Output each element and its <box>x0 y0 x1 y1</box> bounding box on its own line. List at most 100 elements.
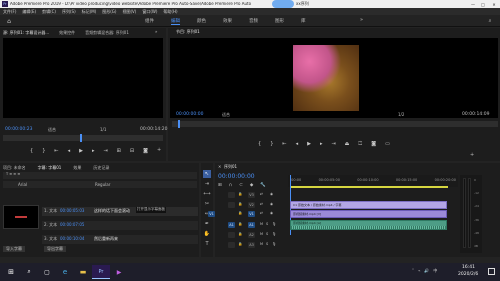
comparison-view-icon[interactable]: ▭ <box>385 141 390 147</box>
explorer-icon[interactable]: ▬ <box>74 265 92 279</box>
audio-clip[interactable]: 原视频素材.mp4 [A] <box>290 220 447 230</box>
play-icon[interactable]: ▶ <box>79 148 83 154</box>
workspace-tab-libraries[interactable]: 库 <box>301 18 306 25</box>
search-taskbar-icon[interactable]: ⌕ <box>20 265 38 279</box>
track-lock-icon[interactable]: 🔒 <box>238 211 242 216</box>
track-lock-icon[interactable]: 🔒 <box>238 192 242 197</box>
microphone-icon[interactable]: 🎙 <box>272 222 276 227</box>
timeline-close-icon[interactable]: ✕ <box>218 165 221 169</box>
workspace-tab-effects[interactable]: 效果 <box>223 18 232 25</box>
program-step-forward-icon[interactable]: ▸ <box>320 141 323 147</box>
track-eye-icon[interactable]: ◉ <box>270 211 273 216</box>
tab-source[interactable]: 源: 序列01: 字幕设计器... <box>3 30 49 36</box>
caption-row-text[interactable]: 然后重新再来 <box>94 237 118 241</box>
extract-icon[interactable]: ⏍ <box>358 141 362 147</box>
track-target-toggle[interactable] <box>228 242 235 248</box>
program-play-icon[interactable]: ▶ <box>307 141 311 147</box>
selection-tool-icon[interactable]: ↖ <box>203 170 211 178</box>
track-lock-icon[interactable]: 🔒 <box>238 222 242 227</box>
video-clip[interactable]: 原视频素材.mp4 [V] <box>290 210 447 218</box>
volume-icon[interactable]: 🔊 <box>424 268 429 274</box>
tab-history[interactable]: 历史记录 <box>93 165 109 171</box>
add-marker-icon[interactable]: ◆ <box>250 183 253 188</box>
source-add-icon[interactable]: + <box>157 148 161 153</box>
track-sync-icon[interactable]: ⇄ <box>260 202 263 207</box>
track-sync-icon[interactable]: ⇄ <box>260 211 263 216</box>
overwrite-icon[interactable]: ⊟ <box>130 148 134 154</box>
font-family-select[interactable]: Arial <box>18 183 27 187</box>
mark-in-icon[interactable]: { <box>30 148 33 154</box>
import-captions-button[interactable]: 导入字幕 <box>3 246 25 252</box>
microphone-icon[interactable]: 🎙 <box>272 242 276 247</box>
track-lock-icon[interactable]: 🔒 <box>238 242 242 247</box>
workspace-tab-color[interactable]: 颜色 <box>197 18 206 25</box>
type-tool-icon[interactable]: T <box>203 240 211 248</box>
caption-row-3[interactable]: 3. 文本 00:00:10:04 然后重新再来 <box>42 235 198 244</box>
nest-icon[interactable]: ⊞ <box>218 183 222 188</box>
tab-effect-controls[interactable]: 效果控件 <box>59 30 75 36</box>
track-name[interactable]: A1 <box>248 222 255 228</box>
pen-tool-icon[interactable]: ✒ <box>203 220 211 228</box>
tab-effects[interactable]: 效果 <box>73 165 81 171</box>
program-go-to-out-icon[interactable]: ⇥ <box>331 141 335 147</box>
track-eye-icon[interactable]: ◉ <box>270 192 273 197</box>
track-lock-icon[interactable]: 🔒 <box>238 202 242 207</box>
work-area-bar[interactable] <box>290 186 448 188</box>
premiere-icon[interactable]: Pr <box>92 265 110 279</box>
export-captions-button[interactable]: 导出字幕 <box>44 246 66 252</box>
network-icon[interactable]: ⌁ <box>418 268 420 274</box>
tab-project[interactable]: 项目: 未命名 <box>3 165 26 171</box>
program-playhead[interactable] <box>178 120 180 128</box>
program-add-icon[interactable]: + <box>470 153 474 158</box>
task-view-icon[interactable]: ▢ <box>38 265 56 279</box>
source-fit-select[interactable]: 适合 <box>48 128 56 132</box>
close-button[interactable]: ✕ <box>489 0 499 8</box>
insert-icon[interactable]: ⊞ <box>117 148 121 154</box>
program-resolution-select[interactable]: 1/2 <box>398 113 404 117</box>
source-resolution-select[interactable]: 1/1 <box>100 128 106 132</box>
mark-out-icon[interactable]: } <box>42 148 45 154</box>
workspace-tab-graphics[interactable]: 图形 <box>275 18 284 25</box>
tab-captions[interactable]: 字幕: 字幕01 <box>38 165 62 171</box>
track-target-toggle[interactable]: V1 <box>208 211 215 217</box>
track-name[interactable]: A3 <box>248 242 255 248</box>
taskbar-time[interactable]: 16:41 <box>462 265 475 271</box>
track-eye-icon[interactable]: ◉ <box>270 202 273 207</box>
microphone-icon[interactable]: 🎙 <box>272 232 276 237</box>
export-frame-icon[interactable]: ◙ <box>143 148 148 154</box>
caption-row-text[interactable]: 这样的话下面会滚动 <box>94 209 130 213</box>
track-solo-icon[interactable]: S <box>266 242 268 247</box>
snap-icon[interactable]: ∩ <box>229 183 232 188</box>
program-timecode[interactable]: 00:00:00:00 <box>176 112 203 118</box>
track-lock-icon[interactable]: 🔒 <box>238 232 242 237</box>
hand-tool-icon[interactable]: ✋ <box>203 230 211 238</box>
caption-row-time[interactable]: 00:00:07:05 <box>60 223 84 227</box>
program-fit-select[interactable]: 适合 <box>222 113 230 117</box>
program-mark-out-icon[interactable]: } <box>270 141 273 147</box>
track-name[interactable]: V3 <box>248 192 255 198</box>
track-mute-icon[interactable]: M <box>260 232 263 237</box>
media-player-icon[interactable]: ▶ <box>110 265 128 279</box>
step-back-icon[interactable]: ◂ <box>68 148 71 154</box>
track-solo-icon[interactable]: S <box>266 222 268 227</box>
chevron-up-icon[interactable]: ˄ <box>412 268 414 274</box>
track-target-toggle[interactable] <box>228 232 235 238</box>
razor-tool-icon[interactable]: ✂ <box>203 200 211 208</box>
go-to-in-icon[interactable]: ⇤ <box>54 148 58 154</box>
track-target-toggle[interactable] <box>228 192 235 198</box>
track-mute-icon[interactable]: M <box>260 242 263 247</box>
timeline-settings-icon[interactable]: 🔧 <box>260 183 266 188</box>
step-forward-icon[interactable]: ▸ <box>92 148 95 154</box>
taskbar-date[interactable]: 2020/2/6 <box>458 272 478 278</box>
search-icon[interactable]: ⌕ <box>486 17 494 25</box>
windows-start-icon[interactable]: ⊞ <box>2 265 20 279</box>
tab-audio-clip-mixer[interactable]: 音频剪辑混合器: 序列01 <box>85 30 129 36</box>
go-to-out-icon[interactable]: ⇥ <box>103 148 107 154</box>
lift-icon[interactable]: ⏏ <box>345 141 350 147</box>
caption-row-time[interactable]: 00:00:05:03 <box>60 209 84 213</box>
source-playhead[interactable] <box>80 134 82 142</box>
timeline-tab[interactable]: 序列01 <box>224 165 237 169</box>
caption-row-1[interactable]: 1. 文本 00:00:05:03 这样的话下面会滚动 打开显示字幕面板 <box>42 207 198 216</box>
track-solo-icon[interactable]: S <box>266 232 268 237</box>
program-monitor-tab[interactable]: 节目: 序列01 <box>176 30 200 34</box>
